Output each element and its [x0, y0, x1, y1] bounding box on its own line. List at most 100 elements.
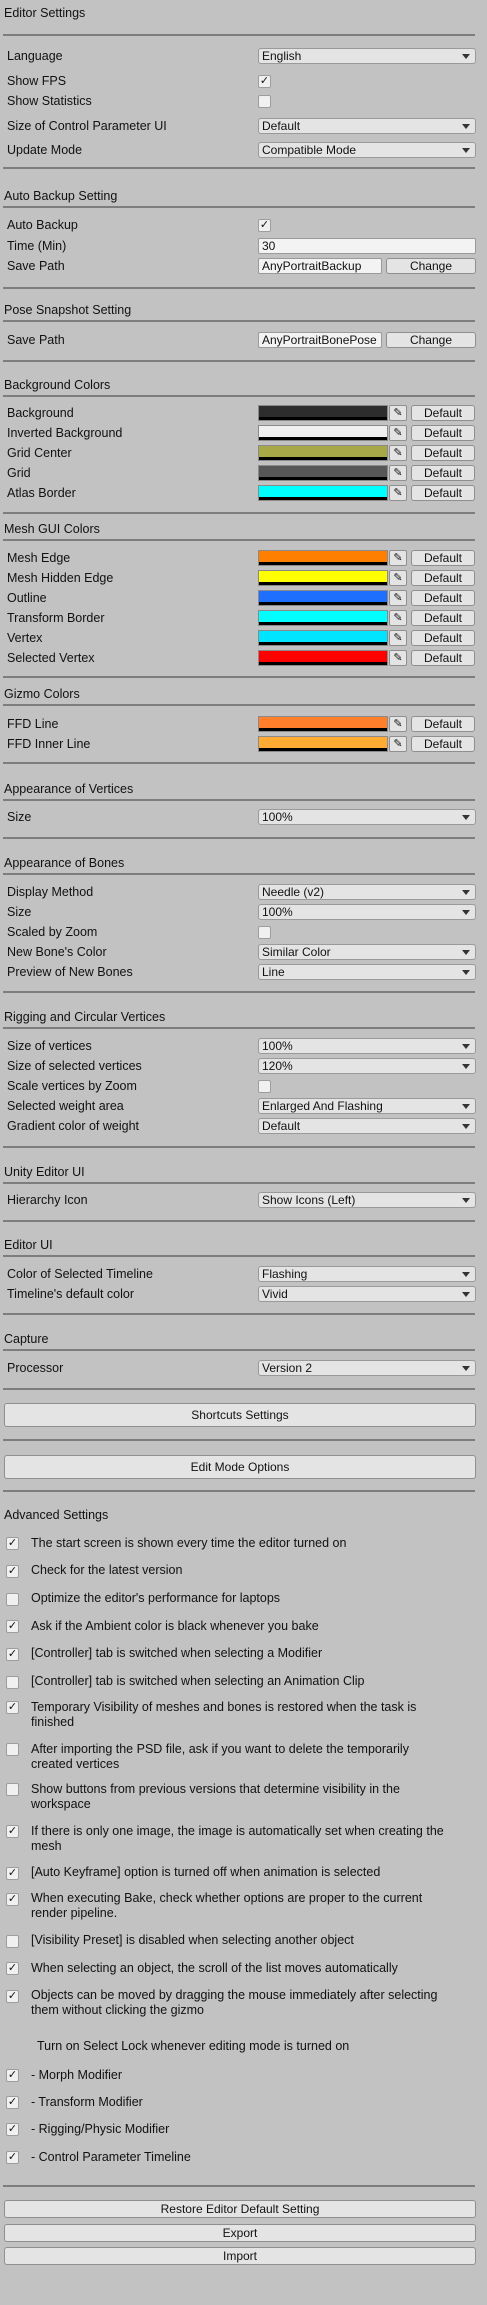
advanced-option-label: Show buttons from previous versions that… [31, 1782, 400, 1811]
outline-default-button[interactable]: Default [411, 590, 475, 606]
advanced-option-checkbox[interactable] [6, 1676, 19, 1689]
new-bone-color-dropdown[interactable]: Similar Color [258, 944, 476, 960]
background-default-button[interactable]: Default [411, 405, 475, 421]
eyedropper-icon[interactable]: ✎ [389, 736, 407, 752]
eyedropper-icon[interactable]: ✎ [389, 630, 407, 646]
eyedropper-icon[interactable]: ✎ [389, 425, 407, 441]
advanced-option-checkbox[interactable]: ✓ [6, 1893, 19, 1906]
pose-save-path-input[interactable]: AnyPortraitBonePose [258, 332, 382, 348]
separator [3, 762, 475, 764]
advanced-option-checkbox[interactable]: ✓ [6, 1990, 19, 2003]
mesh-hidden-edge-color-field[interactable] [258, 570, 388, 586]
atlas-border-color-field[interactable] [258, 485, 388, 501]
eyedropper-icon[interactable]: ✎ [389, 610, 407, 626]
advanced-option-checkbox[interactable]: ✓ [6, 1825, 19, 1838]
advanced-option-checkbox[interactable]: ✓ [6, 1701, 19, 1714]
ffd-inner-line-default-button[interactable]: Default [411, 736, 475, 752]
rig-size-vertices-dropdown[interactable]: 100% [258, 1038, 476, 1054]
show-statistics-checkbox[interactable] [258, 95, 271, 108]
eyedropper-icon[interactable]: ✎ [389, 405, 407, 421]
display-method-dropdown[interactable]: Needle (v2) [258, 884, 476, 900]
hierarchy-icon-dropdown[interactable]: Show Icons (Left) [258, 1192, 476, 1208]
advanced-option-checkbox[interactable]: ✓ [6, 1565, 19, 1578]
ffd-line-default-button[interactable]: Default [411, 716, 475, 732]
mesh-edge-label: Mesh Edge [7, 551, 71, 565]
backup-time-input[interactable]: 30 [258, 238, 476, 254]
show-statistics-label: Show Statistics [7, 94, 92, 108]
weight-area-dropdown[interactable]: Enlarged And Flashing [258, 1098, 476, 1114]
eyedropper-icon[interactable]: ✎ [389, 650, 407, 666]
advanced-option-checkbox[interactable]: ✓ [6, 1537, 19, 1550]
gradient-weight-dropdown[interactable]: Default [258, 1118, 476, 1134]
edit-mode-options-button[interactable]: Edit Mode Options [4, 1455, 476, 1479]
scaled-by-zoom-checkbox[interactable] [258, 926, 271, 939]
processor-dropdown[interactable]: Version 2 [258, 1360, 476, 1376]
vertex-color-field[interactable] [258, 630, 388, 646]
mesh-edge-color-field[interactable] [258, 550, 388, 566]
vertex-default-button[interactable]: Default [411, 630, 475, 646]
grid-color-field[interactable] [258, 465, 388, 481]
update-mode-dropdown[interactable]: Compatible Mode [258, 142, 476, 158]
advanced-option-checkbox[interactable]: ✓ [6, 1962, 19, 1975]
advanced-option-checkbox[interactable] [6, 1935, 19, 1948]
advanced-option-checkbox[interactable]: ✓ [6, 1620, 19, 1633]
grid-center-color-field[interactable] [258, 445, 388, 461]
select-lock-checkbox[interactable]: ✓ [6, 2123, 19, 2136]
eyedropper-icon[interactable]: ✎ [389, 590, 407, 606]
backup-save-path-input[interactable]: AnyPortraitBackup [258, 258, 382, 274]
bone-size-dropdown[interactable]: 100% [258, 904, 476, 920]
backup-change-button[interactable]: Change [386, 258, 476, 274]
vertex-size-dropdown[interactable]: 100% [258, 809, 476, 825]
inverted-background-color-field[interactable] [258, 425, 388, 441]
auto-backup-checkbox[interactable]: ✓ [258, 219, 271, 232]
transform-border-color-field[interactable] [258, 610, 388, 626]
restore-defaults-button[interactable]: Restore Editor Default Setting [4, 2200, 476, 2218]
advanced-option-checkbox[interactable]: ✓ [6, 1867, 19, 1880]
separator [3, 873, 475, 875]
rig-size-selected-dropdown[interactable]: 120% [258, 1058, 476, 1074]
eyedropper-icon[interactable]: ✎ [389, 465, 407, 481]
separator [3, 1182, 475, 1184]
language-dropdown[interactable]: English [258, 48, 476, 64]
timeline-default-dropdown[interactable]: Vivid [258, 1286, 476, 1302]
background-color-field[interactable] [258, 405, 388, 421]
transform-border-default-button[interactable]: Default [411, 610, 475, 626]
cp-ui-size-dropdown[interactable]: Default [258, 118, 476, 134]
selected-vertex-default-button[interactable]: Default [411, 650, 475, 666]
advanced-option-checkbox[interactable]: ✓ [6, 1648, 19, 1661]
eyedropper-icon[interactable]: ✎ [389, 550, 407, 566]
selected-vertex-color-field[interactable] [258, 650, 388, 666]
atlas-border-default-button[interactable]: Default [411, 485, 475, 501]
eyedropper-icon[interactable]: ✎ [389, 716, 407, 732]
mesh-edge-default-button[interactable]: Default [411, 550, 475, 566]
select-lock-checkbox[interactable]: ✓ [6, 2069, 19, 2082]
scale-vertices-zoom-checkbox[interactable] [258, 1080, 271, 1093]
eyedropper-icon[interactable]: ✎ [389, 570, 407, 586]
eyedropper-icon[interactable]: ✎ [389, 485, 407, 501]
gradient-weight-value: Default [262, 1119, 301, 1133]
advanced-option-checkbox[interactable] [6, 1593, 19, 1606]
select-lock-checkbox[interactable]: ✓ [6, 2096, 19, 2109]
grid-center-default-button[interactable]: Default [411, 445, 475, 461]
timeline-color-dropdown[interactable]: Flashing [258, 1266, 476, 1282]
preview-new-bones-dropdown[interactable]: Line [258, 964, 476, 980]
weight-area-label: Selected weight area [7, 1099, 124, 1113]
advanced-option-checkbox[interactable] [6, 1783, 19, 1796]
select-lock-checkbox[interactable]: ✓ [6, 2151, 19, 2164]
ffd-line-color-field[interactable] [258, 716, 388, 732]
chevron-down-icon [462, 1198, 470, 1203]
shortcuts-settings-button[interactable]: Shortcuts Settings [4, 1403, 476, 1427]
show-fps-checkbox[interactable]: ✓ [258, 75, 271, 88]
import-button[interactable]: Import [4, 2247, 476, 2265]
advanced-option-checkbox[interactable] [6, 1743, 19, 1756]
mesh-hidden-edge-default-button[interactable]: Default [411, 570, 475, 586]
grid-label: Grid [7, 466, 31, 480]
export-button[interactable]: Export [4, 2224, 476, 2242]
rig-size-vertices-value: 100% [262, 1039, 293, 1053]
eyedropper-icon[interactable]: ✎ [389, 445, 407, 461]
pose-change-button[interactable]: Change [386, 332, 476, 348]
grid-default-button[interactable]: Default [411, 465, 475, 481]
outline-color-field[interactable] [258, 590, 388, 606]
ffd-inner-line-color-field[interactable] [258, 736, 388, 752]
inverted-background-default-button[interactable]: Default [411, 425, 475, 441]
